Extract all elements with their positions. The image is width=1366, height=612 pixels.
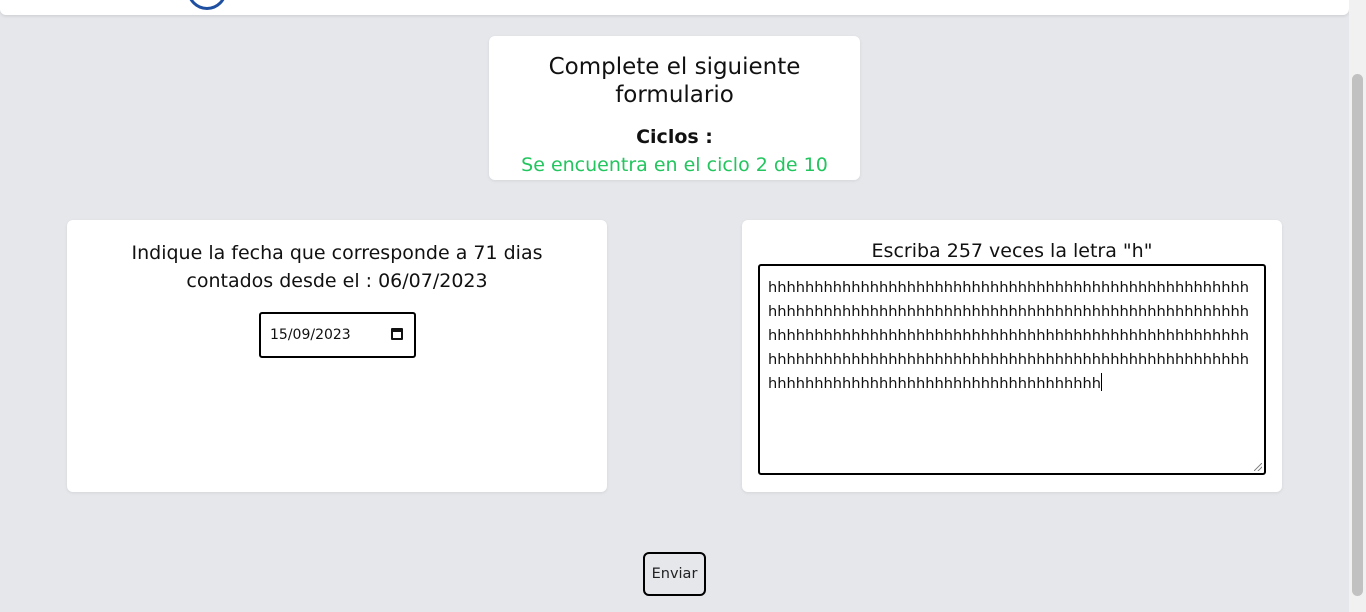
resize-handle-icon[interactable] [1254,463,1262,471]
text-question-card: Escriba 257 veces la letra "h" hhhhhhhhh… [742,220,1282,492]
page-title: Complete el siguiente formulario [548,54,801,108]
cycles-label: Ciclos : [636,126,713,148]
vertical-scrollbar[interactable] [1349,0,1366,612]
answer-text: hhhhhhhhhhhhhhhhhhhhhhhhhhhhhhhhhhhhhhhh… [768,279,1249,392]
scrollbar-thumb[interactable] [1352,74,1363,596]
date-question-text: Indique la fecha que corresponde a 71 di… [131,242,543,292]
circle-logo-icon[interactable] [187,0,227,10]
top-header [0,0,1349,15]
date-input[interactable]: 15/09/2023 [259,312,416,358]
cycles-status: Se encuentra en el ciclo 2 de 10 [521,154,828,176]
page: Complete el siguiente formulario Ciclos … [0,0,1366,612]
form-title-card: Complete el siguiente formulario Ciclos … [489,36,860,180]
calendar-icon[interactable] [391,328,403,340]
answer-textarea[interactable]: hhhhhhhhhhhhhhhhhhhhhhhhhhhhhhhhhhhhhhhh… [758,264,1266,475]
submit-button[interactable]: Enviar [643,552,706,596]
text-caret [1100,373,1102,391]
date-question-card: Indique la fecha que corresponde a 71 di… [67,220,607,492]
date-input-value: 15/09/2023 [270,327,351,343]
text-question-instruction: Escriba 257 veces la letra "h" [871,240,1153,262]
